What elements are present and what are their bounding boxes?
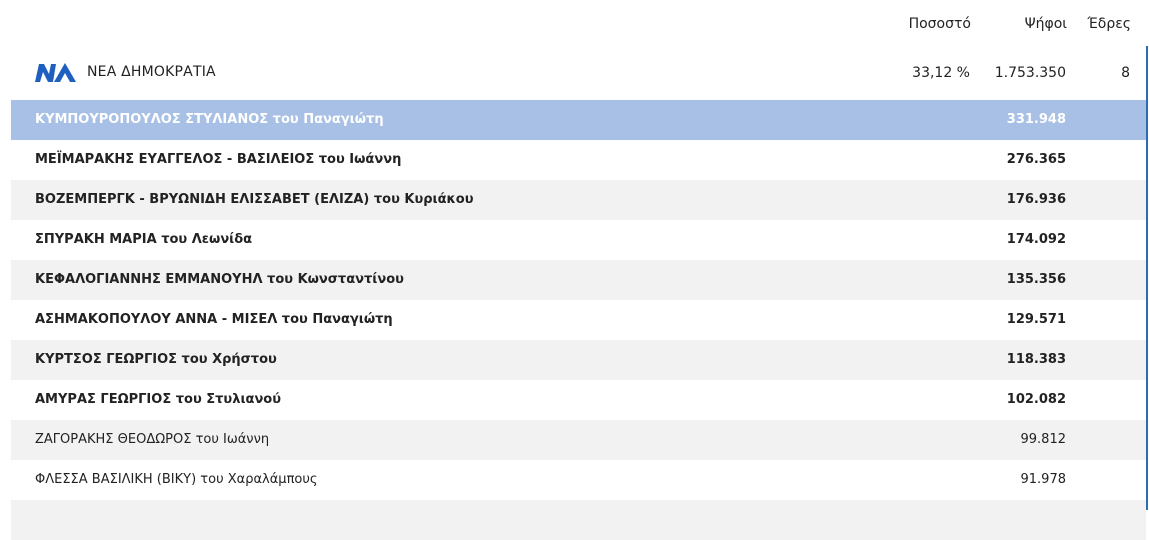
candidate-row[interactable]: ΜΕΪΜΑΡΑΚΗΣ ΕΥΑΓΓΕΛΟΣ - ΒΑΣΙΛΕΙΟΣ του Ιωά… <box>11 140 1146 180</box>
candidate-name: ΚΥΡΤΣΟΣ ΓΕΩΡΓΙΟΣ του Χρήστου <box>35 352 277 367</box>
candidate-row[interactable]: ΑΜΥΡΑΣ ΓΕΩΡΓΙΟΣ του Στυλιανού 102.082 <box>11 380 1146 420</box>
candidate-row[interactable]: ΦΛΕΣΣΑ ΒΑΣΙΛΙΚΗ (ΒΙΚΥ) του Χαραλάμπους 9… <box>11 460 1146 500</box>
candidate-votes: 174.092 <box>1006 232 1066 247</box>
right-border-accent <box>1146 46 1148 510</box>
party-votes: 1.753.350 <box>994 65 1066 81</box>
candidate-name: ΑΣΗΜΑΚΟΠΟΥΛΟΥ ΑΝΝΑ - ΜΙΣΕΛ του Παναγιώτη <box>35 312 393 327</box>
candidate-name: ΣΠΥΡΑΚΗ ΜΑΡΙΑ του Λεωνίδα <box>35 232 253 247</box>
candidate-row[interactable]: ΑΣΗΜΑΚΟΠΟΥΛΟΥ ΑΝΝΑ - ΜΙΣΕΛ του Παναγιώτη… <box>11 300 1146 340</box>
candidate-votes: 129.571 <box>1006 312 1066 327</box>
party-seats: 8 <box>1121 65 1130 81</box>
candidate-row[interactable]: ΚΥΡΤΣΟΣ ΓΕΩΡΓΙΟΣ του Χρήστου 118.383 <box>11 340 1146 380</box>
candidate-votes: 118.383 <box>1006 352 1066 367</box>
column-header-percent: Ποσοστό <box>908 16 971 32</box>
candidate-name: ΒΟΖΕΜΠΕΡΓΚ - ΒΡΥΩΝΙΔΗ ΕΛΙΣΣΑΒΕΤ (ΕΛΙΖΑ) … <box>35 192 474 207</box>
nd-party-logo-icon <box>35 63 76 82</box>
candidate-list: ΚΥΜΠΟΥΡΟΠΟΥΛΟΣ ΣΤΥΛΙΑΝΟΣ του Παναγιώτη 3… <box>11 100 1146 540</box>
candidate-name: ΚΕΦΑΛΟΓΙΑΝΝΗΣ ΕΜΜΑΝΟΥΗΛ του Κωνσταντίνου <box>35 272 404 287</box>
candidate-name: ΑΜΥΡΑΣ ΓΕΩΡΓΙΟΣ του Στυλιανού <box>35 392 282 407</box>
column-header-seats: Έδρες <box>1087 16 1131 32</box>
candidate-row[interactable]: ΒΟΖΕΜΠΕΡΓΚ - ΒΡΥΩΝΙΔΗ ΕΛΙΣΣΑΒΕΤ (ΕΛΙΖΑ) … <box>11 180 1146 220</box>
candidate-votes: 331.948 <box>1006 112 1066 127</box>
candidate-row[interactable]: ΚΥΜΠΟΥΡΟΠΟΥΛΟΣ ΣΤΥΛΙΑΝΟΣ του Παναγιώτη 3… <box>11 100 1146 140</box>
candidate-name: ΖΑΓΟΡΑΚΗΣ ΘΕΟΔΩΡΟΣ του Ιωάννη <box>35 432 270 447</box>
party-percent: 33,12 % <box>912 65 970 81</box>
candidate-row[interactable]: ΣΠΥΡΑΚΗ ΜΑΡΙΑ του Λεωνίδα 174.092 <box>11 220 1146 260</box>
party-name: ΝΕΑ ΔΗΜΟΚΡΑΤΙΑ <box>87 64 216 80</box>
candidate-name: ΦΛΕΣΣΑ ΒΑΣΙΛΙΚΗ (ΒΙΚΥ) του Χαραλάμπους <box>35 472 318 487</box>
column-headers: Ποσοστό Ψήφοι Έδρες <box>0 0 1149 46</box>
candidate-votes: 276.365 <box>1006 152 1066 167</box>
candidate-votes: 91.978 <box>1020 472 1067 487</box>
candidate-votes: 99.812 <box>1020 432 1067 447</box>
candidate-row-partial[interactable] <box>11 500 1146 540</box>
column-header-votes: Ψήφοι <box>1024 16 1067 32</box>
party-summary-row[interactable]: ΝΕΑ ΔΗΜΟΚΡΑΤΙΑ 33,12 % 1.753.350 8 <box>11 46 1146 100</box>
candidate-name: ΚΥΜΠΟΥΡΟΠΟΥΛΟΣ ΣΤΥΛΙΑΝΟΣ του Παναγιώτη <box>35 112 384 127</box>
candidate-votes: 176.936 <box>1006 192 1066 207</box>
candidate-votes: 135.356 <box>1006 272 1066 287</box>
candidate-votes: 102.082 <box>1006 392 1066 407</box>
candidate-row[interactable]: ΚΕΦΑΛΟΓΙΑΝΝΗΣ ΕΜΜΑΝΟΥΗΛ του Κωνσταντίνου… <box>11 260 1146 300</box>
candidate-name: ΜΕΪΜΑΡΑΚΗΣ ΕΥΑΓΓΕΛΟΣ - ΒΑΣΙΛΕΙΟΣ του Ιωά… <box>35 152 402 167</box>
candidate-row[interactable]: ΖΑΓΟΡΑΚΗΣ ΘΕΟΔΩΡΟΣ του Ιωάννη 99.812 <box>11 420 1146 460</box>
